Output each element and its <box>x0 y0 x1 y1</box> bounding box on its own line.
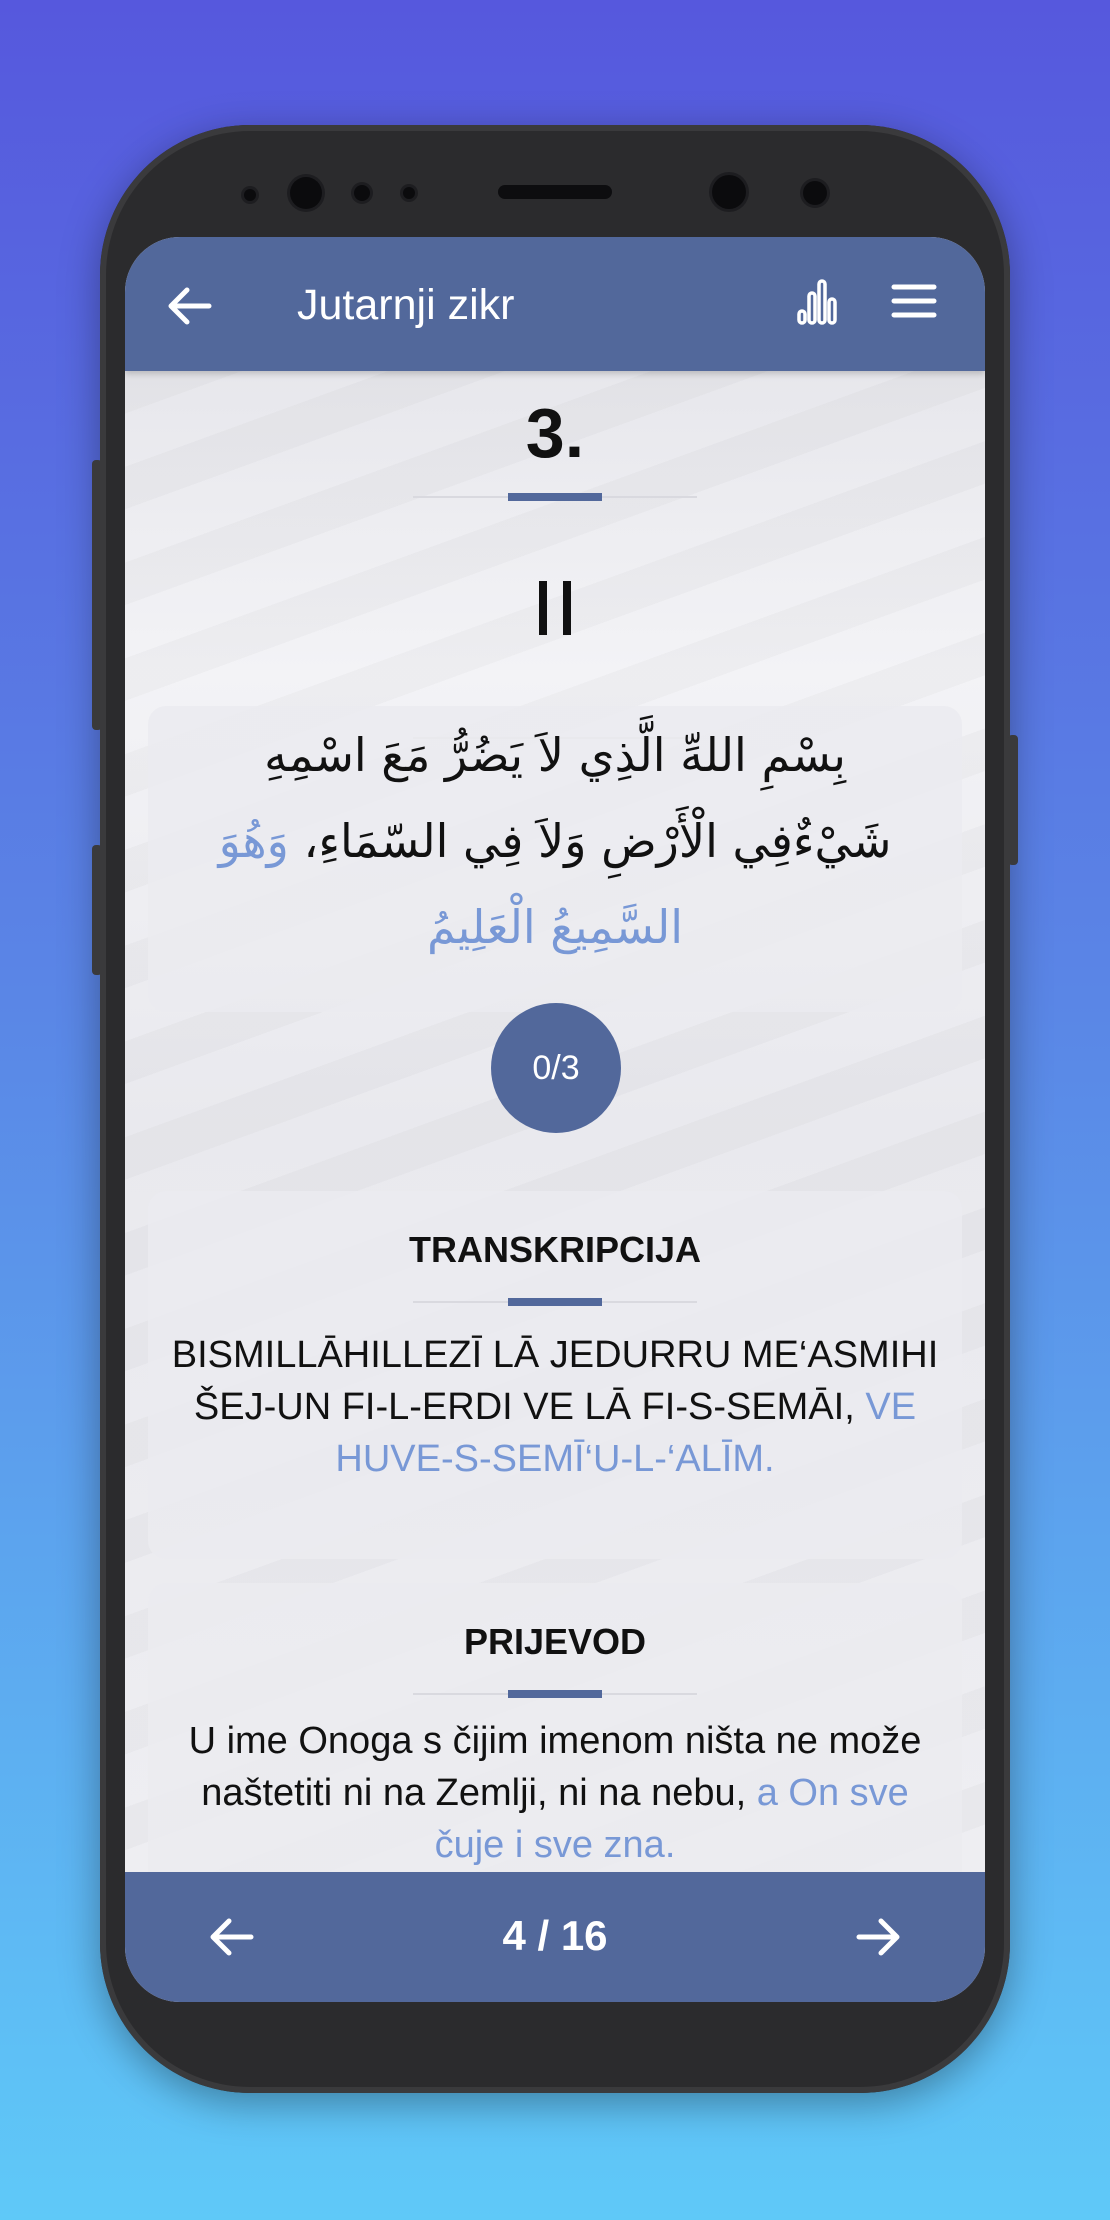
arabic-text-main: بِسْمِ اللهِّ الَّذِي لاَ يَضُرُّ مَعَ ا… <box>264 728 892 868</box>
arabic-card: بِسْمِ اللهِّ الَّذِي لاَ يَضُرُّ مَعَ ا… <box>148 706 962 1012</box>
bar-chart-icon <box>797 279 837 325</box>
phone-sensor <box>803 181 827 205</box>
phone-sensor <box>244 189 256 201</box>
translation-text: U ime Onoga s čijim imenom ništa ne može… <box>168 1715 942 1871</box>
earpiece-speaker <box>498 185 612 199</box>
phone-sensor <box>354 185 370 201</box>
transcription-text: BISMILLĀHILLEZĪ LĀ JEDURRU ME‘ASMIHI ŠEJ… <box>168 1329 942 1485</box>
page-title: Jutarnji zikr <box>297 281 515 329</box>
phone-sensor <box>403 187 415 199</box>
arrow-left-icon <box>168 287 212 325</box>
divider-accent <box>508 493 602 501</box>
translation-card: PRIJEVOD U ime Onoga s čijim imenom ništ… <box>148 1583 962 1872</box>
translation-title: PRIJEVOD <box>463 1621 647 1662</box>
transcription-card: TRANSKRIPCIJA BISMILLĀHILLEZĪ LĀ JEDURRU… <box>148 1191 962 1559</box>
front-camera <box>290 177 322 209</box>
phone-power-button <box>1008 735 1018 865</box>
transcription-title: TRANSKRIPCIJA <box>408 1229 702 1270</box>
app-bar: Jutarnji zikr <box>125 237 985 371</box>
arabic-text: بِسْمِ اللهِّ الَّذِي لاَ يَضُرُّ مَعَ ا… <box>148 706 962 970</box>
divider-accent <box>508 1690 602 1698</box>
zikr-number: 3. <box>525 394 585 472</box>
zikr-content[interactable]: 3. بِسْمِ اللهِّ الَّذِي لاَ يَضُرُّ مَع… <box>125 371 985 1872</box>
phone-frame: Jutarnji zikr 3. بِسْمِ اللهِّ الَّذِي ل… <box>92 125 1018 2093</box>
next-button[interactable] <box>853 1914 903 1960</box>
arrow-right-icon <box>856 1918 900 1956</box>
repeat-counter-button[interactable]: 0/3 <box>491 1003 621 1133</box>
app-screen: Jutarnji zikr 3. بِسْمِ اللهِّ الَّذِي ل… <box>125 237 985 2002</box>
bottom-navigation-bar: 4 / 16 <box>125 1872 985 2002</box>
play-pause-button[interactable] <box>539 581 573 635</box>
statistics-button[interactable] <box>795 277 841 327</box>
front-camera-2 <box>712 175 746 209</box>
phone-side-button <box>92 845 102 975</box>
hamburger-menu-icon <box>891 284 937 318</box>
menu-button[interactable] <box>891 281 937 321</box>
divider-accent <box>508 1298 602 1306</box>
back-button[interactable] <box>165 281 215 331</box>
phone-volume-button <box>92 460 102 730</box>
transcription-text-main: BISMILLĀHILLEZĪ LĀ JEDURRU ME‘ASMIHI ŠEJ… <box>171 1334 939 1428</box>
